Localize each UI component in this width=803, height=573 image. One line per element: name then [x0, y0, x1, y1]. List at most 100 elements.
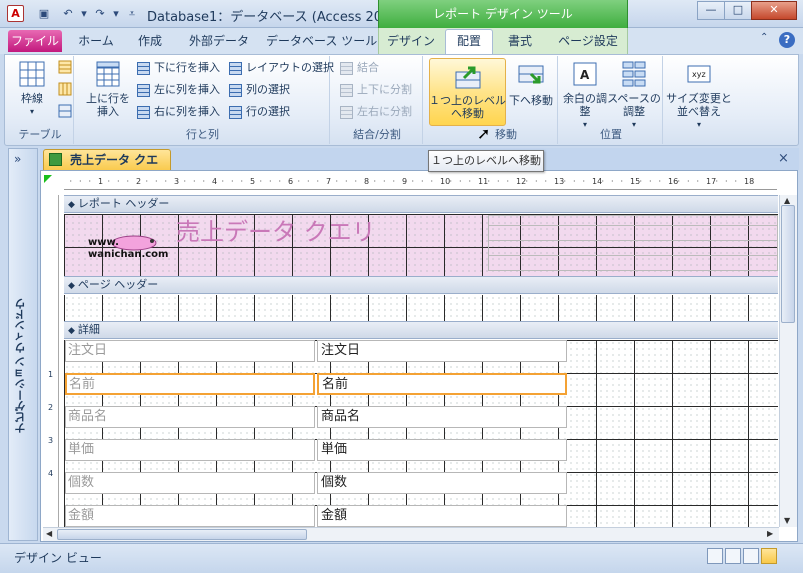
insert-below-icon — [137, 61, 150, 75]
size-order-button[interactable]: xyz サイズ変更と並べ替え ▾ — [666, 60, 732, 131]
tab-format[interactable]: 書式 — [500, 31, 540, 53]
window-title: Database1：データベース (Access 200... — [147, 10, 403, 25]
close-window-button[interactable]: ✕ — [751, 1, 797, 20]
tab-database-tools[interactable]: データベース ツール — [266, 31, 377, 53]
ruler-h-tick: · — [278, 177, 282, 186]
ruler-h-tick: · — [155, 177, 158, 186]
detail-label: 詳細 — [77, 323, 100, 336]
undo-dropdown-icon[interactable]: ▾ — [76, 6, 92, 22]
horizontal-scroll-thumb[interactable] — [57, 529, 307, 540]
ruler-h-tick: · — [269, 177, 272, 186]
field-label-unit-price[interactable]: 単価 — [65, 439, 315, 461]
field-label-name[interactable]: 名前 — [65, 373, 315, 395]
maximize-button[interactable]: □ — [724, 1, 752, 20]
report-selector-icon[interactable] — [44, 175, 52, 183]
navigation-pane-label[interactable]: ナビゲーション ウィンドウ — [13, 298, 29, 434]
tab-arrange[interactable]: 配置 — [445, 29, 493, 55]
field-textbox-order-date[interactable]: 注文日 — [317, 340, 567, 362]
report-object-icon — [49, 153, 62, 166]
report-header-band[interactable]: ◆ レポート ヘッダー — [64, 195, 778, 213]
status-view-label: デザイン ビュー — [14, 551, 102, 565]
ruler-h-number: 4 — [212, 177, 218, 186]
print-preview-icon[interactable] — [725, 548, 741, 564]
padding-label: スペースの調整 — [607, 92, 661, 118]
field-textbox-name[interactable]: 名前 — [317, 373, 567, 395]
stacked-icon[interactable] — [58, 60, 72, 74]
gridlines-button[interactable]: 枠線 ▾ — [12, 60, 52, 118]
page-header-section[interactable] — [64, 295, 778, 322]
insert-below-button[interactable]: 下に行を挿入 — [137, 58, 220, 78]
close-document-icon[interactable]: × — [778, 151, 789, 166]
tab-external-data[interactable]: 外部データ — [184, 31, 254, 53]
field-textbox-amount[interactable]: 金額 — [317, 505, 567, 527]
save-icon[interactable]: ▣ — [36, 6, 52, 22]
move-up-button[interactable]: １つ上のレベルへ移動 — [429, 62, 506, 120]
padding-button[interactable]: スペースの調整 ▾ — [607, 60, 661, 131]
insert-right-button[interactable]: 右に列を挿入 — [137, 102, 220, 122]
context-tools-label: レポート デザイン ツール — [378, 0, 628, 28]
report-title-label[interactable]: 売上データ クエリ — [176, 215, 486, 249]
report-view-icon[interactable] — [707, 548, 723, 564]
document-tab[interactable]: 売上データ クエリ — [43, 149, 171, 187]
split-vertical-icon — [340, 83, 353, 97]
scroll-left-icon[interactable]: ◀ — [46, 529, 52, 538]
detail-band[interactable]: ◆ 詳細 — [64, 321, 778, 339]
redo-dropdown-icon[interactable]: ▾ — [108, 6, 124, 22]
tab-design[interactable]: デザイン — [386, 31, 436, 53]
ruler-h-number: 5 — [250, 177, 256, 186]
undo-icon[interactable]: ↶ — [60, 6, 76, 22]
split-horizontal-icon — [340, 105, 353, 119]
ruler-h-number: 2 — [136, 177, 142, 186]
mouse-cursor-icon: ➚ — [477, 124, 491, 143]
field-label-order-date[interactable]: 注文日 — [65, 340, 315, 362]
ruler-h-tick: · — [573, 177, 576, 186]
layout-view-icon[interactable] — [743, 548, 759, 564]
insert-above-button[interactable]: 上に行を挿入 — [86, 60, 130, 118]
customize-qat-icon[interactable]: ⩡ — [124, 6, 140, 22]
detail-section[interactable] — [64, 340, 778, 527]
tab-page-setup[interactable]: ページ設定 — [556, 31, 620, 53]
merge-button[interactable]: 結合 — [340, 58, 379, 78]
redo-icon[interactable]: ↷ — [92, 6, 108, 22]
ruler-h-tick: · — [734, 177, 738, 186]
tab-file[interactable]: ファイル — [8, 30, 62, 52]
select-row-button[interactable]: 行の選択 — [229, 102, 290, 122]
minimize-button[interactable]: — — [697, 1, 725, 20]
field-textbox-unit-price[interactable]: 単価 — [317, 439, 567, 461]
move-down-button[interactable]: 下へ移動 — [508, 62, 554, 107]
select-row-icon — [229, 105, 242, 119]
page-header-band[interactable]: ◆ ページ ヘッダー — [64, 276, 778, 294]
select-column-button[interactable]: 列の選択 — [229, 80, 290, 100]
ruler-h-tick: · — [535, 177, 538, 186]
report-header-subform[interactable] — [488, 215, 778, 271]
scroll-down-icon[interactable]: ▼ — [784, 516, 790, 525]
expand-nav-pane-icon[interactable]: » — [14, 152, 21, 166]
split-horizontal-button[interactable]: 左右に分割 — [340, 102, 412, 122]
field-textbox-product[interactable]: 商品名 — [317, 406, 567, 428]
field-label-quantity[interactable]: 個数 — [65, 472, 315, 494]
tabular-icon[interactable] — [58, 82, 72, 96]
ruler-h-tick: · — [487, 177, 491, 186]
split-vertical-button[interactable]: 上下に分割 — [340, 80, 412, 100]
design-view-icon[interactable] — [761, 548, 777, 564]
scroll-up-icon[interactable]: ▲ — [784, 196, 790, 205]
field-textbox-quantity[interactable]: 個数 — [317, 472, 567, 494]
vertical-ruler[interactable]: 1 2 3 4 — [45, 195, 59, 527]
vertical-scroll-thumb[interactable] — [781, 205, 795, 323]
field-label-product[interactable]: 商品名 — [65, 406, 315, 428]
access-app-icon[interactable]: A — [7, 5, 24, 22]
select-layout-button[interactable]: レイアウトの選択 — [229, 58, 334, 78]
margins-button[interactable]: A 余白の調整 ▾ — [563, 60, 607, 131]
scroll-right-icon[interactable]: ▶ — [767, 529, 773, 538]
report-design-surface[interactable]: ◆ レポート ヘッダー www. wanichan.com 売上データ クエリ ◆… — [64, 195, 778, 527]
group-position-title: 位置 — [600, 128, 622, 141]
merge-label: 結合 — [357, 61, 379, 74]
horizontal-ruler[interactable]: 1 · · · 2 · · · 3 · · · 4 · · · 5 · · · 6 · · · 7 · · · 8 · · · 9 · · · 10 · ·… — [64, 175, 777, 190]
remove-layout-icon[interactable] — [58, 104, 72, 118]
field-label-amount[interactable]: 金額 — [65, 505, 315, 527]
tab-home[interactable]: ホーム — [74, 31, 118, 53]
help-icon[interactable]: ? — [779, 32, 795, 48]
insert-left-button[interactable]: 左に列を挿入 — [137, 80, 220, 100]
tab-create[interactable]: 作成 — [130, 31, 170, 53]
collapse-ribbon-icon[interactable]: ⌃ — [760, 32, 768, 43]
